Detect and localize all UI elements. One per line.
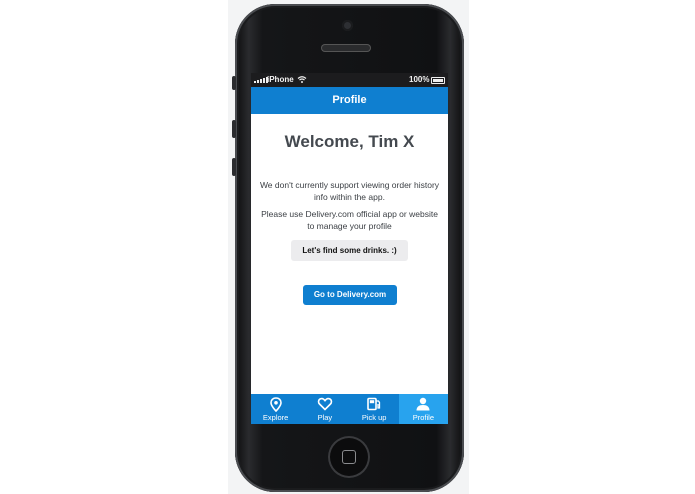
find-drinks-button[interactable]: Let's find some drinks. :) <box>291 240 408 261</box>
info-message-order-history: We don't currently support viewing order… <box>259 180 440 202</box>
tab-label-play: Play <box>317 413 333 422</box>
map-pin-icon <box>269 397 282 412</box>
person-icon <box>416 397 430 411</box>
tab-pick-up[interactable]: Pick up <box>350 394 399 424</box>
background-left <box>0 0 228 494</box>
volume-down-button <box>232 158 236 176</box>
battery-percentage: 100% <box>409 75 430 84</box>
carrier-label: iPhone <box>267 75 294 84</box>
mute-switch <box>232 76 236 90</box>
background-right <box>469 0 695 494</box>
tab-label-explore: Explore <box>262 413 289 422</box>
battery-icon <box>431 77 445 84</box>
page-title: Profile <box>332 94 367 106</box>
fuel-pump-icon <box>367 397 381 411</box>
tab-bar: Explore Play Pick up Profile <box>251 394 448 424</box>
signal-icon <box>254 77 268 83</box>
home-button[interactable] <box>328 436 370 478</box>
earpiece-speaker <box>321 44 371 52</box>
home-square-icon <box>342 450 356 464</box>
status-bar: iPhone 100% <box>251 73 448 87</box>
tab-label-profile: Profile <box>412 413 434 422</box>
go-to-delivery-button[interactable]: Go to Delivery.com <box>303 285 397 305</box>
volume-up-button <box>232 120 236 138</box>
tab-explore[interactable]: Explore <box>251 394 300 424</box>
tab-profile[interactable]: Profile <box>398 394 448 424</box>
welcome-heading: Welcome, Tim X <box>284 132 415 151</box>
wifi-icon <box>297 76 307 83</box>
front-camera <box>342 20 353 31</box>
nav-bar: Profile <box>251 87 448 114</box>
info-message-use-official-app: Please use Delivery.com official app or … <box>261 209 438 231</box>
tab-play[interactable]: Play <box>300 394 349 424</box>
tab-label-pick-up: Pick up <box>361 413 387 422</box>
heart-icon <box>317 397 333 411</box>
phone-screen: iPhone 100% Profile Welcome, Tim X We do… <box>251 73 448 424</box>
